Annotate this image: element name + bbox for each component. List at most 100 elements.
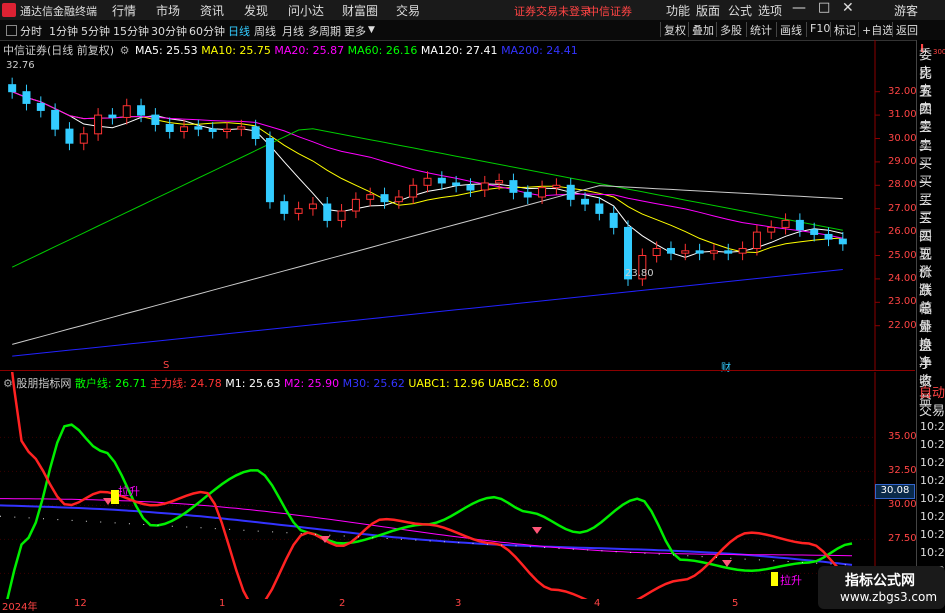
y-tick-label: 30.00 — [888, 132, 917, 144]
y-tick-label: 27.00 — [888, 202, 917, 214]
menu-shichang[interactable]: 市场 — [156, 2, 180, 19]
menu-banmian[interactable]: 版面 — [696, 2, 720, 19]
menu-gongneng[interactable]: 功能 — [666, 2, 690, 19]
candle-body — [94, 114, 103, 135]
candle-body — [480, 182, 489, 191]
ma10-label: MA10: 25.75 — [201, 44, 271, 57]
zhuli-label: 主力线: 24.78 — [150, 377, 222, 390]
ma60-label: MA60: 26.16 — [347, 44, 418, 57]
kline-panel[interactable]: 中信证券(日线 前复权) ⚙ MA5: 25.53 MA10: 25.75 MA… — [0, 40, 917, 374]
period-daily[interactable]: 日线 — [228, 23, 250, 39]
settings-icon[interactable]: ⚙ — [120, 44, 130, 57]
candle-body — [609, 212, 618, 228]
candle-body — [466, 184, 475, 191]
btn-duogu[interactable]: 多股 — [716, 22, 745, 37]
ma20-label: MA20: 25.87 — [274, 44, 345, 57]
period-more[interactable]: 更多 — [344, 23, 366, 39]
close-icon[interactable]: ✕ — [842, 0, 854, 16]
indicator-panel[interactable]: ⚙ 股朋指标网 散户线: 26.71 主力线: 24.78 M1: 25.63 … — [0, 372, 917, 599]
candle-body — [79, 133, 88, 144]
menu-faxian[interactable]: 发现 — [244, 2, 268, 19]
candle-body — [709, 250, 718, 254]
ma120-line — [12, 185, 843, 345]
lasheng-tag-1: 拉升 — [118, 485, 140, 498]
menu-zixun[interactable]: 资讯 — [200, 2, 224, 19]
candle-body — [437, 177, 446, 184]
login-warning[interactable]: 证券交易未登录 — [514, 3, 591, 19]
window-icon[interactable]: □ — [818, 0, 830, 15]
trade-label[interactable]: 交易 — [919, 402, 945, 421]
app-logo-icon — [2, 3, 16, 17]
candle-body — [752, 231, 761, 249]
kline-chart[interactable] — [0, 40, 915, 370]
candle-body — [65, 128, 74, 144]
btn-biaoji[interactable]: 标记 — [830, 22, 859, 37]
ind-y-tick-label: 35.00 — [888, 431, 917, 443]
panel-divider — [0, 370, 915, 371]
period-5min[interactable]: 5分钟 — [81, 23, 110, 39]
ma200-label: MA200: 24.41 — [501, 44, 578, 57]
candle-body — [695, 250, 704, 254]
period-fenshi[interactable]: 分时 — [20, 23, 42, 39]
menu-jiaoyi[interactable]: 交易 — [396, 2, 420, 19]
period-30min[interactable]: 30分钟 — [151, 23, 187, 39]
candle-body — [222, 128, 231, 132]
m1-label: M1: 25.63 — [225, 377, 281, 390]
menu-gongshi[interactable]: 公式 — [728, 2, 752, 19]
gear-icon[interactable]: ⚙ — [3, 377, 13, 390]
candle-body — [781, 219, 790, 228]
tick-time: 10:21 — [920, 456, 945, 469]
candle-body — [51, 109, 60, 130]
x-label-2024: 2024年 — [2, 602, 38, 613]
guest-label[interactable]: 游客 — [894, 2, 918, 19]
watermark-line1: 指标公式网 — [845, 573, 915, 589]
btn-tongji[interactable]: 统计 — [746, 22, 775, 37]
period-15min[interactable]: 15分钟 — [113, 23, 149, 39]
candle-body — [581, 198, 590, 205]
candle-body — [165, 123, 174, 132]
candle-body — [509, 180, 518, 193]
period-weekly[interactable]: 周线 — [254, 23, 276, 39]
high-label: 32.76 — [6, 60, 35, 71]
tick-time: 10:21 — [920, 510, 945, 523]
minimize-icon[interactable]: — — [792, 0, 806, 16]
candle-body — [337, 210, 346, 221]
menu-wenxiaoda[interactable]: 问小达 — [288, 2, 324, 19]
candle-body — [137, 105, 146, 116]
right-quote-panel: L 300 委比 卖五 卖四 卖三 卖二 卖一 买一 买二 买三 买四 买五 现价 涨跌 涨幅 总量 外盘 换手… — [916, 40, 945, 600]
checkbox-icon[interactable] — [6, 25, 17, 36]
menu-caifuquan[interactable]: 财富圈 — [342, 2, 378, 19]
btn-diejia[interactable]: 叠加 — [688, 22, 717, 37]
btn-fuquan[interactable]: 复权 — [660, 22, 689, 37]
menu-xuanxiang[interactable]: 选项 — [758, 2, 782, 19]
ma120-label: MA120: 27.41 — [420, 44, 498, 57]
candle-body — [36, 102, 45, 111]
candle-body — [308, 203, 317, 210]
period-60min[interactable]: 60分钟 — [189, 23, 225, 39]
ma20-line — [12, 91, 843, 239]
btn-add-favorite[interactable]: +自选 — [858, 22, 896, 37]
candle-body — [180, 126, 189, 132]
candle-body — [566, 184, 575, 200]
candle-body — [824, 233, 833, 240]
menu-hangqing[interactable]: 行情 — [112, 2, 136, 19]
yellow-bar-2 — [771, 572, 778, 586]
period-1min[interactable]: 1分钟 — [49, 23, 78, 39]
auto-label[interactable]: 自动 — [919, 384, 945, 403]
candle-body — [767, 226, 776, 233]
candle-body — [652, 247, 661, 256]
btn-huaxian[interactable]: 画线 — [776, 22, 805, 37]
tick-time: 10:21 — [920, 474, 945, 487]
m30-label: M30: 25.62 — [342, 377, 405, 390]
candle-body — [280, 201, 289, 214]
period-multi[interactable]: 多周期 — [308, 23, 341, 39]
broker-name[interactable]: 中信证券 — [588, 3, 632, 19]
btn-back[interactable]: 返回 — [892, 22, 921, 37]
indicator-title[interactable]: 股朋指标网 — [16, 377, 71, 390]
period-monthly[interactable]: 月线 — [282, 23, 304, 39]
candle-body — [810, 229, 819, 235]
more-dropdown-icon[interactable]: ▼ — [368, 25, 375, 35]
app-title: 通达信金融终端 — [20, 5, 97, 18]
candle-body — [452, 182, 461, 186]
candle-body — [237, 126, 246, 130]
